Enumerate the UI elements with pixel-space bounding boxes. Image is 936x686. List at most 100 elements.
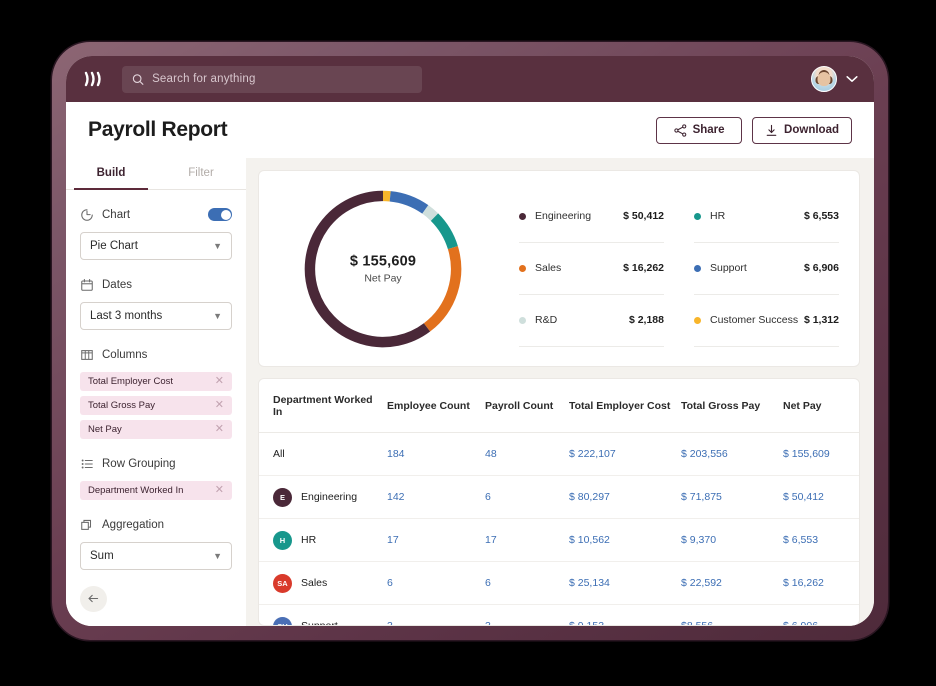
cell-employee-count[interactable]: 3 — [387, 605, 485, 627]
dates-range-value: Last 3 months — [90, 310, 162, 322]
donut-segment-support[interactable] — [390, 196, 425, 209]
rippling-logo-icon[interactable] — [82, 68, 108, 90]
cell-payroll-count[interactable]: 3 — [485, 605, 569, 627]
cell-total-gross-pay[interactable]: $ 203,556 — [681, 433, 783, 476]
legend-item[interactable]: R&D$ 2,188 — [519, 295, 664, 347]
column-chip[interactable]: Total Gross Pay ✕ — [80, 396, 232, 415]
share-icon — [674, 124, 687, 137]
column-chip[interactable]: Net Pay ✕ — [80, 420, 232, 439]
cell-department: SASales — [259, 562, 387, 605]
share-button-label: Share — [693, 124, 725, 136]
table-row[interactable]: All18448$ 222,107$ 203,556$ 155,609 — [259, 433, 859, 476]
legend-item[interactable]: Sales$ 16,262 — [519, 243, 664, 295]
cell-payroll-count[interactable]: 17 — [485, 519, 569, 562]
col-net-pay[interactable]: Net Pay — [783, 379, 859, 433]
close-icon[interactable]: ✕ — [215, 485, 224, 496]
chart-legend: Engineering$ 50,412 HR$ 6,553 Sales$ 16,26… — [503, 185, 855, 352]
legend-item[interactable]: HR$ 6,553 — [694, 191, 839, 243]
cell-total-employer-cost[interactable]: $ 25,134 — [569, 562, 681, 605]
cell-department: EEngineering — [259, 476, 387, 519]
cell-payroll-count[interactable]: 6 — [485, 476, 569, 519]
cell-total-gross-pay[interactable]: $ 9,370 — [681, 519, 783, 562]
cell-employee-count[interactable]: 184 — [387, 433, 485, 476]
col-total-employer-cost[interactable]: Total Employer Cost — [569, 379, 681, 433]
cell-net-pay[interactable]: $ 50,412 — [783, 476, 859, 519]
cell-employee-count[interactable]: 6 — [387, 562, 485, 605]
donut-segment-sales[interactable] — [427, 247, 456, 327]
aggregation-select[interactable]: Sum ▼ — [80, 542, 232, 570]
cell-total-gross-pay[interactable]: $ 22,592 — [681, 562, 783, 605]
cell-total-employer-cost[interactable]: $ 9,153 — [569, 605, 681, 627]
close-icon[interactable]: ✕ — [215, 424, 224, 435]
chart-card: $ 155,609 Net Pay Engineering$ 50,412HR$… — [258, 170, 860, 367]
search-input[interactable] — [152, 73, 412, 85]
legend-item[interactable]: Support$ 6,906 — [694, 243, 839, 295]
legend-value: $ 50,412 — [623, 210, 664, 222]
section-dates: Dates Last 3 months ▼ — [80, 276, 232, 330]
col-department[interactable]: Department Worked In — [259, 379, 387, 433]
legend-label: HR — [710, 210, 725, 222]
chart-type-select[interactable]: Pie Chart ▼ — [80, 232, 232, 260]
cell-total-gross-pay[interactable]: $ 71,875 — [681, 476, 783, 519]
col-employee-count[interactable]: Employee Count — [387, 379, 485, 433]
cell-total-employer-cost[interactable]: $ 10,562 — [569, 519, 681, 562]
section-aggregation: Aggregation Sum ▼ — [80, 516, 232, 570]
cell-employee-count[interactable]: 17 — [387, 519, 485, 562]
close-icon[interactable]: ✕ — [215, 400, 224, 411]
cell-payroll-count[interactable]: 6 — [485, 562, 569, 605]
tab-filter[interactable]: Filter — [156, 158, 246, 189]
sidebar-content: Chart Pie Chart ▼ — [66, 190, 246, 586]
col-total-gross-pay[interactable]: Total Gross Pay — [681, 379, 783, 433]
donut-chart-svg — [296, 182, 470, 356]
col-payroll-count[interactable]: Payroll Count — [485, 379, 569, 433]
table-row[interactable]: EEngineering1426$ 80,297$ 71,875$ 50,412 — [259, 476, 859, 519]
table-header-row: Department Worked In Employee Count Payr… — [259, 379, 859, 433]
table-row[interactable]: SASales66$ 25,134$ 22,592$ 16,262 — [259, 562, 859, 605]
close-icon[interactable]: ✕ — [215, 376, 224, 387]
column-chip-label: Net Pay — [88, 424, 122, 435]
cell-net-pay[interactable]: $ 6,553 — [783, 519, 859, 562]
section-columns-head: Columns — [80, 346, 232, 364]
department-label: HR — [301, 534, 316, 546]
section-columns: Columns Total Employer Cost ✕ Total Gros… — [80, 346, 232, 439]
back-button[interactable] — [80, 586, 107, 612]
cell-net-pay[interactable]: $ 16,262 — [783, 562, 859, 605]
chevron-down-icon: ▼ — [213, 241, 222, 251]
calendar-icon — [80, 278, 94, 292]
cell-total-employer-cost[interactable]: $ 222,107 — [569, 433, 681, 476]
cell-net-pay[interactable]: $ 6,906 — [783, 605, 859, 627]
avatar[interactable] — [811, 66, 837, 92]
cell-payroll-count[interactable]: 48 — [485, 433, 569, 476]
cell-total-gross-pay[interactable]: $8,556 — [681, 605, 783, 627]
department-cell: HHR — [273, 531, 383, 550]
dates-range-select[interactable]: Last 3 months ▼ — [80, 302, 232, 330]
legend-item[interactable]: Engineering$ 50,412 — [519, 191, 664, 243]
table-row[interactable]: HHR1717$ 10,562$ 9,370$ 6,553 — [259, 519, 859, 562]
cell-total-employer-cost[interactable]: $ 80,297 — [569, 476, 681, 519]
department-label: Support — [301, 620, 338, 626]
share-button[interactable]: Share — [656, 117, 742, 144]
cell-net-pay[interactable]: $ 155,609 — [783, 433, 859, 476]
tab-build[interactable]: Build — [66, 158, 156, 189]
legend-item[interactable]: Customer Success$ 1,312 — [694, 295, 839, 347]
department-cell: SU Support — [273, 617, 383, 627]
sidebar: Build Filter Chart — [66, 158, 246, 626]
section-columns-label: Columns — [102, 349, 147, 361]
donut-segment-hr[interactable] — [434, 217, 452, 247]
table-row[interactable]: SUSupport33$ 9,153$8,556$ 6,906 — [259, 605, 859, 627]
global-search-box[interactable] — [122, 66, 422, 93]
chart-type-value: Pie Chart — [90, 240, 138, 252]
donut-segment-engineering[interactable] — [310, 195, 427, 341]
section-row-grouping-label: Row Grouping — [102, 458, 176, 470]
donut-segment-r-d[interactable] — [425, 209, 434, 217]
legend-value: $ 16,262 — [623, 262, 664, 274]
chart-toggle[interactable] — [208, 208, 232, 221]
cell-employee-count[interactable]: 142 — [387, 476, 485, 519]
download-button[interactable]: Download — [752, 117, 852, 144]
row-grouping-chip[interactable]: Department Worked In ✕ — [80, 481, 232, 500]
department-avatar: SU — [273, 617, 292, 627]
cell-department: SU Support — [259, 605, 387, 627]
chevron-down-icon[interactable] — [846, 75, 858, 83]
section-chart: Chart Pie Chart ▼ — [80, 206, 232, 260]
column-chip[interactable]: Total Employer Cost ✕ — [80, 372, 232, 391]
